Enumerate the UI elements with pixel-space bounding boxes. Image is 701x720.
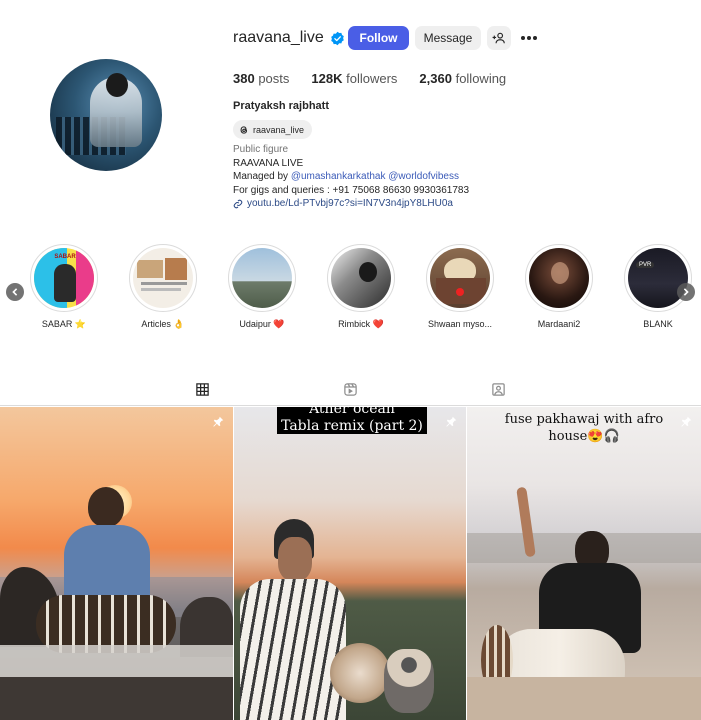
managed-by-text: Managed by	[233, 171, 291, 183]
tabs-divider	[0, 405, 701, 406]
highlight-label: Shwaan myso...	[427, 319, 493, 329]
grid-icon	[195, 383, 209, 396]
highlight-ring: PVR	[624, 244, 692, 312]
highlight-thumbnail	[331, 248, 391, 308]
highlight-sabar[interactable]: SABAR SABAR ⭐	[28, 244, 100, 330]
highlight-thumbnail	[529, 248, 589, 308]
highlight-label: BLANK	[643, 319, 673, 329]
mention-umashankarkathak[interactable]: @umashankarkathak	[291, 171, 386, 182]
tab-posts[interactable]	[178, 380, 226, 406]
highlight-udaipur[interactable]: Udaipur ❤️	[226, 244, 298, 330]
avatar-head	[106, 73, 128, 97]
add-person-icon	[492, 32, 505, 44]
highlight-ring	[228, 244, 296, 312]
bio-managed-by: Managed by @umashankarkathak @worldofvib…	[233, 170, 469, 184]
highlight-thumbnail	[430, 248, 490, 308]
followers-count: 128K	[311, 71, 343, 86]
highlight-mardaani2[interactable]: Mardaani2	[523, 244, 595, 329]
sabar-badge: SABAR	[54, 254, 76, 260]
post-caption: Ather ocean Tabla remix (part 2)	[277, 407, 427, 434]
posts-count: 380	[233, 71, 255, 86]
highlight-label: Articles 👌	[141, 319, 185, 329]
highlight-rimbick[interactable]: Rimbick ❤️	[325, 244, 397, 330]
person-head	[88, 487, 124, 527]
more-horizontal-icon	[521, 36, 537, 40]
bio-link[interactable]: youtu.be/Ld-PTvbj97c?si=IN7V3n4jpY8LHU0a	[233, 197, 469, 211]
following-stat[interactable]: 2,360 following	[419, 71, 506, 86]
verified-badge-icon	[330, 31, 344, 45]
threads-icon	[240, 125, 248, 134]
posts-stat: 380 posts	[233, 71, 289, 86]
following-count: 2,360	[419, 71, 452, 86]
tab-reels[interactable]	[326, 380, 374, 406]
highlight-thumbnail	[232, 248, 292, 308]
suggested-accounts-button[interactable]	[487, 26, 511, 50]
highlight-label: SABAR ⭐	[41, 319, 87, 329]
sand	[467, 677, 701, 720]
highlight-thumbnail: SABAR	[34, 248, 94, 308]
post-caption: fuse pakhawaj with afro house😍🎧	[477, 411, 691, 445]
caption-top-line: Ather ocean	[309, 407, 395, 417]
link-icon	[233, 199, 243, 209]
posts-label: posts	[258, 71, 290, 86]
caption-line: house😍🎧	[548, 429, 620, 444]
post-tile[interactable]	[0, 407, 233, 720]
profile-stats: 380 posts 128K followers 2,360 following	[233, 71, 528, 86]
tabla-drum	[330, 643, 390, 703]
post-tile[interactable]: Ather ocean Tabla remix (part 2)	[234, 407, 466, 720]
threads-handle: raavana_live	[253, 124, 305, 135]
ground	[0, 677, 233, 720]
bio-link-text: youtu.be/Ld-PTvbj97c?si=IN7V3n4jpY8LHU0a	[247, 198, 453, 210]
post-tile[interactable]: fuse pakhawaj with afro house😍🎧	[467, 407, 701, 720]
pvr-badge: PVR	[636, 262, 655, 268]
profile-avatar[interactable]	[50, 59, 162, 171]
reels-icon	[343, 383, 357, 396]
person-face	[278, 537, 312, 581]
highlight-ring	[129, 244, 197, 312]
message-button[interactable]: Message	[415, 26, 481, 50]
username: raavana_live	[233, 29, 324, 46]
bio-category: Public figure	[233, 144, 289, 155]
chevron-left-icon	[12, 288, 18, 296]
person-shirt	[64, 525, 150, 605]
chevron-right-icon	[683, 288, 689, 296]
tab-tagged[interactable]	[474, 380, 522, 406]
bio: Public figure RAAVANA LIVE Managed by @u…	[233, 143, 469, 211]
username-row: raavana_live	[233, 26, 345, 50]
pin-icon	[213, 416, 224, 427]
follow-button[interactable]: Follow	[348, 26, 409, 50]
highlights-prev-button[interactable]	[6, 283, 24, 301]
caption-line: Tabla remix (part 2)	[281, 418, 423, 434]
highlights-next-button[interactable]	[677, 283, 695, 301]
bio-line: RAAVANA LIVE	[233, 157, 304, 169]
full-name: Pratyaksh rajbhatt	[233, 100, 329, 112]
caption-line: fuse pakhawaj with afro	[504, 412, 664, 427]
followers-stat[interactable]: 128K followers	[311, 71, 397, 86]
threads-badge[interactable]: raavana_live	[233, 120, 313, 139]
highlight-ring	[426, 244, 494, 312]
highlight-articles[interactable]: Articles 👌	[127, 244, 199, 330]
highlight-label: Rimbick ❤️	[338, 319, 384, 329]
more-options-button[interactable]	[517, 26, 541, 50]
bio-gigs: For gigs and queries : +91 75068 86630 9…	[233, 184, 470, 196]
highlight-shwaan[interactable]: Shwaan myso...	[424, 244, 496, 329]
followers-label: followers	[346, 71, 398, 86]
highlight-thumbnail: PVR	[628, 248, 688, 308]
highlight-ring	[525, 244, 593, 312]
tagged-icon	[491, 383, 505, 396]
mention-worldofvibess[interactable]: @worldofvibess	[388, 171, 459, 182]
highlight-label: Mardaani2	[537, 319, 581, 329]
pin-icon	[681, 416, 692, 427]
highlight-label: Udaipur ❤️	[239, 319, 285, 329]
story-highlights: SABAR SABAR ⭐ Articles 👌 Udaipur ❤️ Rimb	[0, 244, 701, 339]
pin-icon	[446, 416, 457, 427]
person-shirt	[240, 579, 346, 720]
highlight-ring: SABAR	[30, 244, 98, 312]
highlight-thumbnail	[133, 248, 193, 308]
bayan-drum	[384, 649, 434, 713]
highlight-ring	[327, 244, 395, 312]
following-label: following	[455, 71, 507, 86]
